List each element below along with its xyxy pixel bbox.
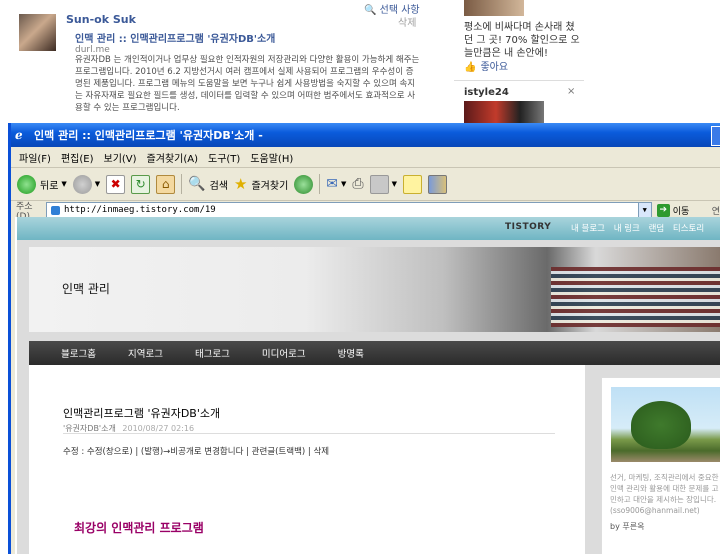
back-button[interactable]: 뒤로 ▼	[17, 174, 67, 194]
research-icon	[428, 174, 448, 194]
avatar[interactable]	[19, 14, 56, 51]
printer-icon: ⎙	[352, 176, 364, 192]
profile-description: 선거, 마케팅, 조직관리에서 중요한 인맥 관리와 활용에 대한 문제를 고민…	[610, 473, 719, 515]
nav-random[interactable]: 랜덤	[649, 224, 665, 234]
menu-location-log[interactable]: 지역로그	[128, 346, 163, 360]
nav-tistory[interactable]: 티스토리	[673, 224, 704, 234]
page-content: TISTORY 내 블로그 내 링크 랜덤 티스토리 인맥 관리 블로그홈 지역…	[11, 217, 720, 554]
chevron-down-icon[interactable]: ▼	[341, 180, 346, 188]
chevron-down-icon[interactable]: ▼	[637, 203, 651, 217]
home-button[interactable]: ⌂	[156, 174, 176, 194]
page-icon	[51, 205, 60, 215]
menu-media-log[interactable]: 미디어로그	[262, 346, 306, 360]
divider	[63, 433, 555, 434]
go-button[interactable]: ➔ 이동	[656, 203, 712, 217]
tistory-top-nav: 내 블로그 내 링크 랜덤 티스토리	[571, 222, 710, 234]
back-arrow-icon	[17, 174, 36, 194]
menu-view[interactable]: 보기(V)	[104, 150, 137, 165]
shared-link-title[interactable]: 인맥 관리 :: 인맥관리프로그램 '유권자DB'소개	[75, 30, 275, 45]
nav-my-links[interactable]: 내 링크	[614, 224, 640, 234]
blog-title[interactable]: 인맥 관리	[62, 280, 110, 297]
ad-text[interactable]: 평소에 비싸다며 손사래 쳤던 그 곳! 70% 할인으로 오늘만큼은 내 손안…	[464, 21, 582, 60]
search-icon: 🔍	[188, 176, 206, 192]
edit-icon	[369, 174, 389, 194]
ad-image[interactable]	[464, 0, 524, 16]
address-input[interactable]: http://inmaeg.tistory.com/19 ▼	[46, 202, 652, 218]
note-icon	[403, 174, 423, 194]
history-button[interactable]	[294, 174, 314, 194]
post-category[interactable]: '유권자DB'소개	[63, 424, 116, 433]
refresh-button[interactable]: ↻	[131, 174, 151, 194]
tistory-topbar: TISTORY 내 블로그 내 링크 랜덤 티스토리	[17, 217, 720, 240]
thumbs-up-icon: 👍	[464, 62, 477, 73]
menu-edit[interactable]: 편집(E)	[61, 150, 94, 165]
forward-button[interactable]: ▼	[72, 174, 100, 194]
print-button[interactable]: ⎙	[352, 176, 363, 192]
post-date: 2010/08/27 02:16	[122, 424, 195, 433]
mail-button[interactable]: ✉ ▼	[326, 176, 346, 192]
search-icon: 🔍	[364, 5, 377, 16]
minimize-button[interactable]	[711, 126, 720, 146]
research-button[interactable]	[428, 174, 448, 194]
tistory-logo[interactable]: TISTORY	[505, 222, 551, 232]
author-name[interactable]: 푸른옥	[622, 522, 644, 531]
ie-icon: ℯ	[15, 128, 23, 142]
address-url: http://inmaeg.tistory.com/19	[64, 205, 216, 215]
chevron-down-icon[interactable]: ▼	[95, 180, 100, 188]
divider	[454, 80, 584, 81]
chevron-down-icon[interactable]: ▼	[61, 180, 66, 188]
menu-file[interactable]: 파일(F)	[19, 150, 51, 165]
sidebar-profile: 선거, 마케팅, 조직관리에서 중요한 인맥 관리와 활용에 대한 문제를 고민…	[601, 377, 720, 554]
go-arrow-icon: ➔	[656, 203, 670, 217]
menu-blog-home[interactable]: 블로그홈	[61, 346, 96, 360]
menu-help[interactable]: 도움말(H)	[250, 150, 293, 165]
menu-guestbook[interactable]: 방명록	[338, 346, 364, 360]
chevron-down-icon[interactable]: ▼	[392, 180, 397, 188]
post-heading: 최강의 인맥관리 프로그램	[74, 521, 204, 535]
refresh-icon: ↻	[131, 174, 151, 194]
menu-bar: 파일(F) 편집(E) 보기(V) 즐겨찾기(A) 도구(T) 도움말(H)	[11, 147, 720, 168]
home-icon: ⌂	[156, 174, 176, 194]
blog-menu: 블로그홈 지역로그 태그로그 미디어로그 방명록	[29, 341, 720, 365]
mail-icon: ✉	[326, 176, 339, 192]
like-button[interactable]: 👍 좋아요	[464, 58, 508, 73]
tree-image	[631, 401, 691, 449]
menu-tools[interactable]: 도구(T)	[208, 150, 240, 165]
toolbar-divider	[181, 174, 183, 194]
shared-link-description: 유권자DB 는 개인적이거나 업무상 필요한 인적자원의 저장관리와 다양한 활…	[75, 55, 420, 113]
close-icon[interactable]: ×	[567, 86, 575, 97]
links-label[interactable]: 연	[712, 204, 720, 217]
favorites-button[interactable]: ★ 즐겨찾기	[234, 175, 288, 193]
browser-window: ℯ 인맥 관리 :: 인맥관리프로그램 '유권자DB'소개 - 파일(F) 편집…	[8, 123, 720, 554]
toolbar-divider	[319, 174, 321, 194]
menu-tag-log[interactable]: 태그로그	[195, 346, 230, 360]
post-title[interactable]: 인맥관리프로그램 '유권자DB'소개	[63, 405, 220, 421]
books-image	[551, 267, 720, 327]
search-button[interactable]: 🔍 검색	[188, 176, 228, 192]
stop-button[interactable]: ✖	[106, 174, 126, 194]
post-actions[interactable]: 수정 : 수정(창으로) | (발행)→비공개로 변경합니다 | 관련글(트랙백…	[63, 445, 329, 457]
menu-favorites[interactable]: 즐겨찾기(A)	[147, 150, 198, 165]
history-icon	[294, 174, 314, 194]
edit-button[interactable]: ▼	[369, 174, 397, 194]
background-facebook-page: Sun-ok Suk 🔍 선택 사항 삭제 인맥 관리 :: 인맥관리프로그램 …	[0, 0, 720, 130]
delete-link[interactable]: 삭제	[398, 14, 416, 29]
toolbar: 뒤로 ▼ ▼ ✖ ↻ ⌂ 🔍 검색 ★ 즐겨찾기 ✉ ▼ ⎙ ▼	[11, 168, 720, 201]
istyle-ad-title[interactable]: istyle24	[464, 87, 509, 98]
profile-author: by 푸른옥	[610, 522, 645, 531]
forward-arrow-icon	[72, 174, 92, 194]
profile-image	[611, 387, 720, 462]
window-title: 인맥 관리 :: 인맥관리프로그램 '유권자DB'소개 -	[34, 129, 263, 142]
notes-button[interactable]	[403, 174, 423, 194]
poster-name[interactable]: Sun-ok Suk	[66, 13, 136, 26]
star-icon: ★	[234, 175, 248, 193]
title-bar[interactable]: ℯ 인맥 관리 :: 인맥관리프로그램 '유권자DB'소개 -	[11, 123, 720, 147]
window-edge	[11, 217, 15, 554]
nav-my-blog[interactable]: 내 블로그	[571, 224, 605, 234]
stop-icon: ✖	[106, 174, 126, 194]
